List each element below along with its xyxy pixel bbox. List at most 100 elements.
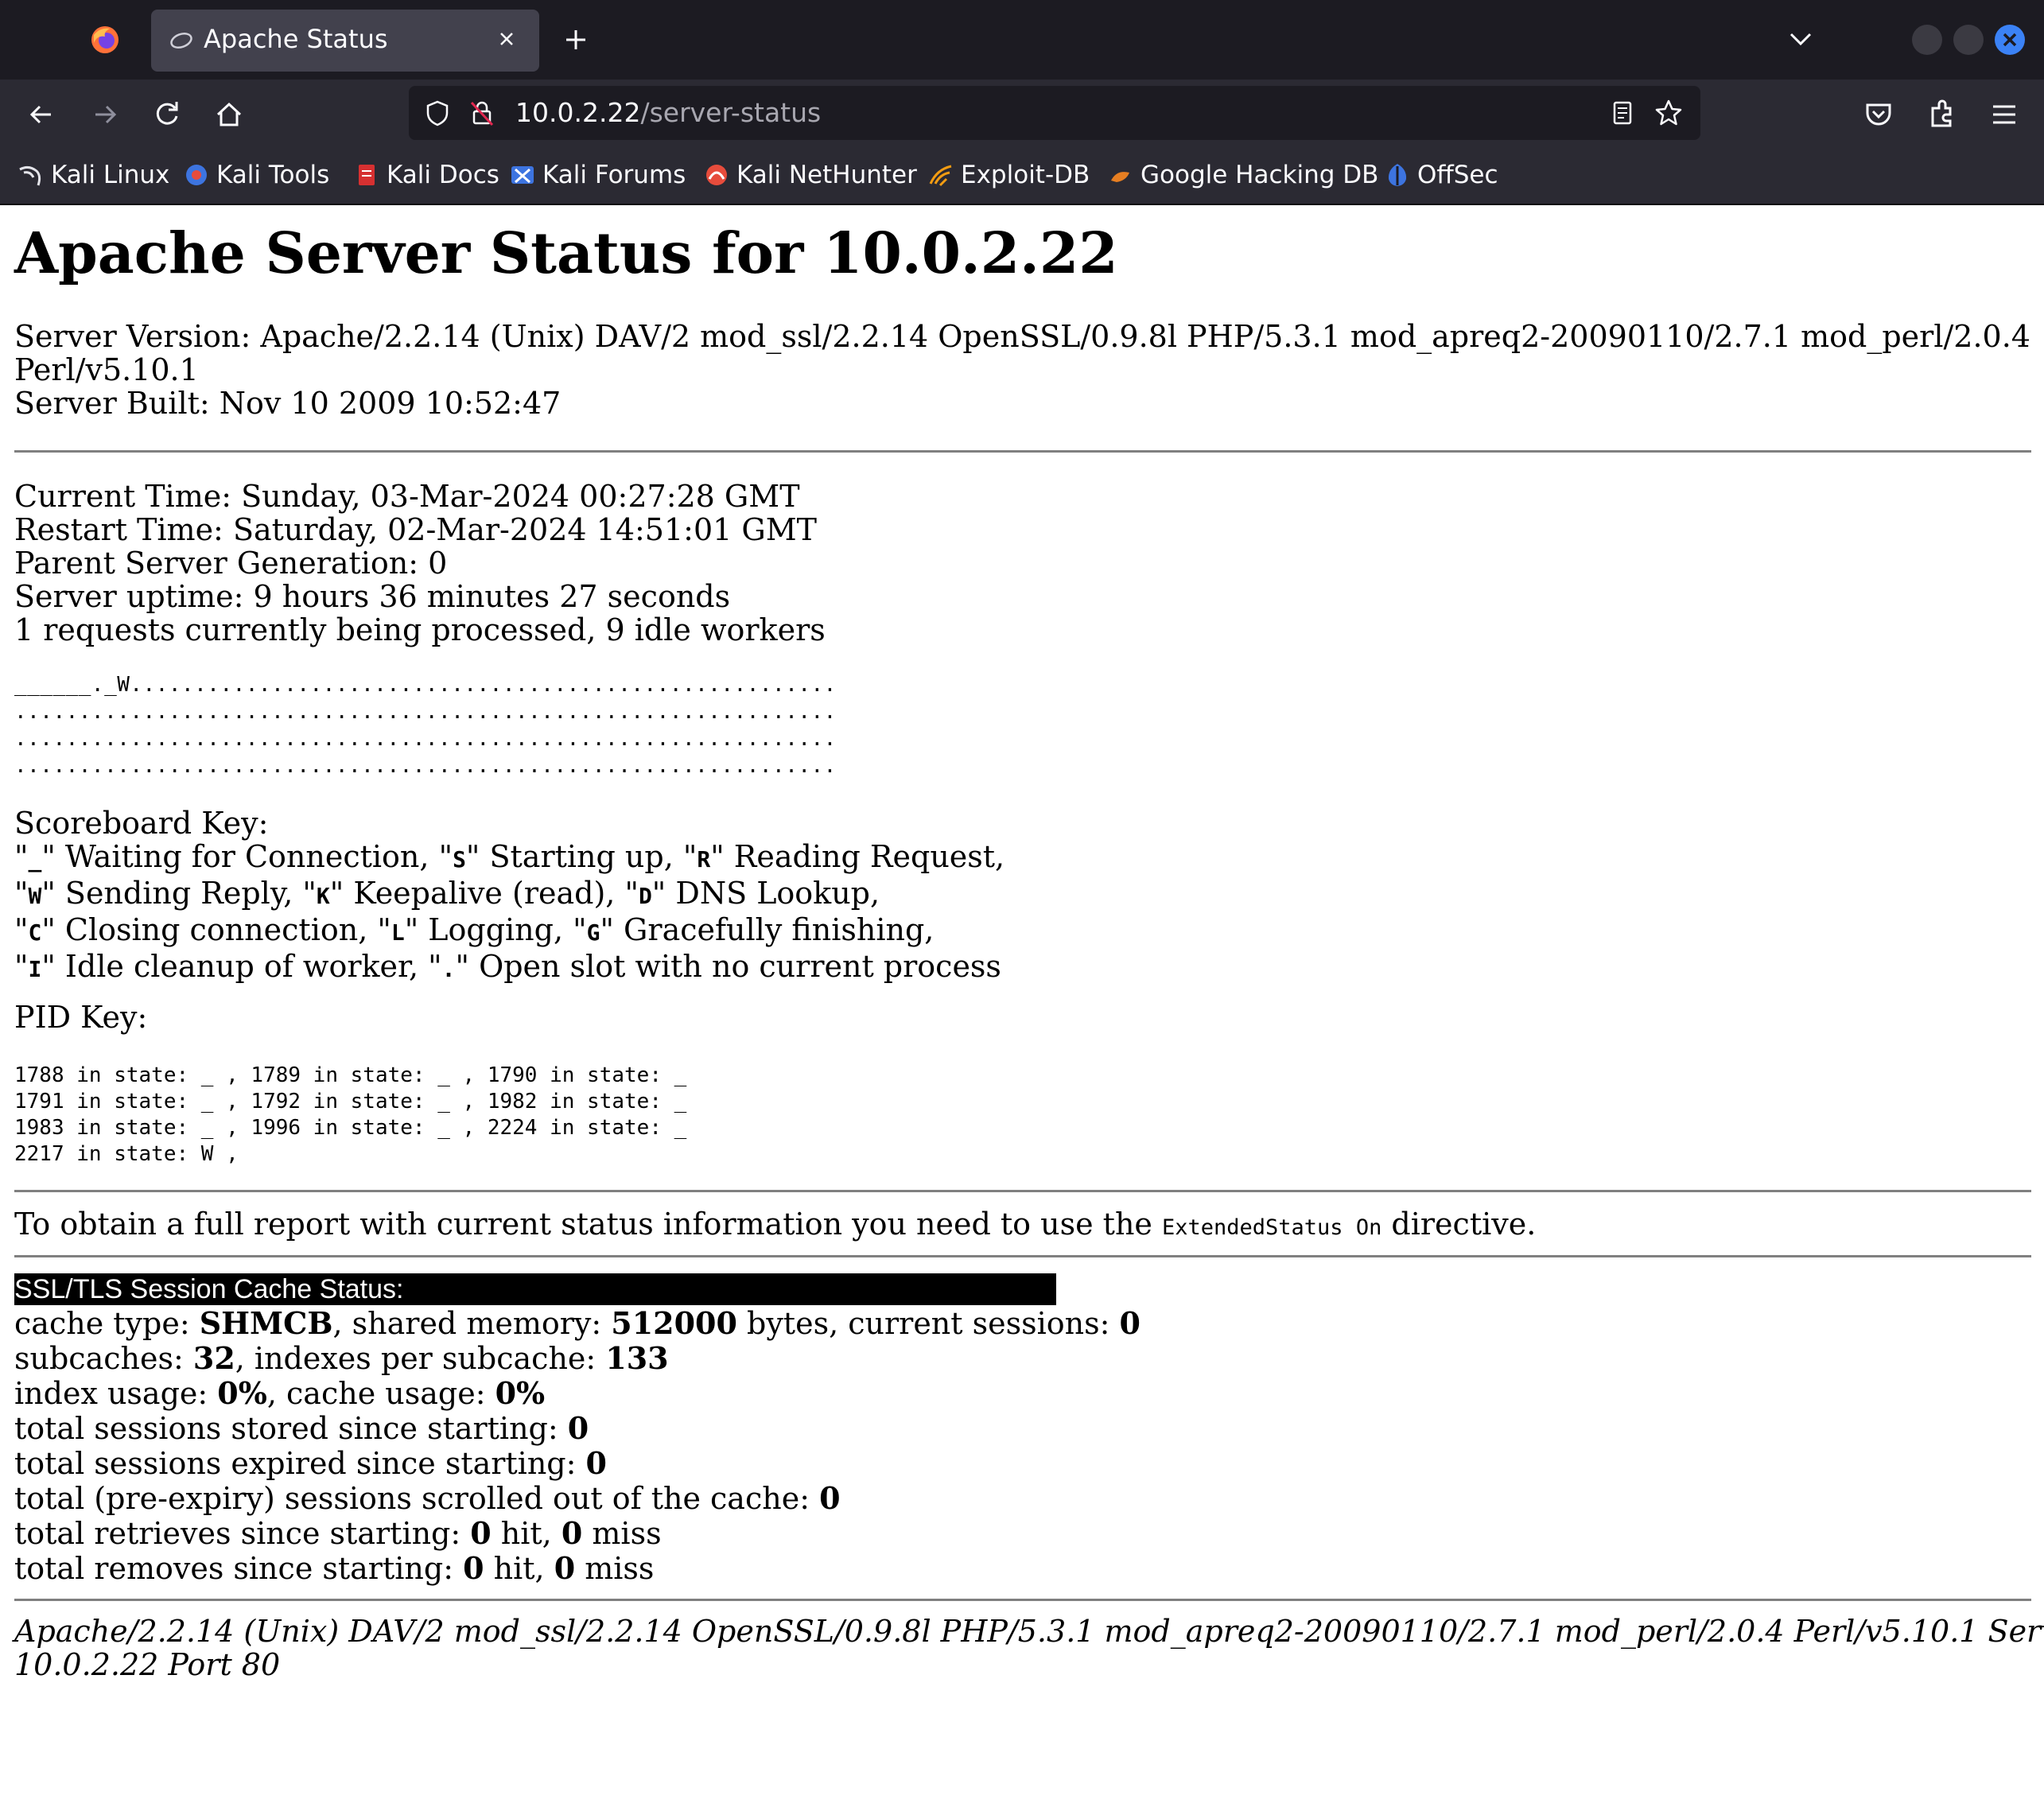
kali-docs-icon xyxy=(359,165,375,185)
firefox-icon[interactable] xyxy=(89,24,121,56)
page-content: Apache Server Status for 10.0.2.22 Serve… xyxy=(0,205,2044,1815)
bookmark-exploit-db[interactable]: Exploit-DB xyxy=(927,159,1090,191)
bookmark-kali-nethunter[interactable]: Kali NetHunter xyxy=(703,159,917,191)
ssl-cache-value: 0 xyxy=(567,1410,589,1446)
divider xyxy=(14,1190,2031,1192)
bookmark-google-hacking-db[interactable]: Google Hacking DB xyxy=(1107,159,1378,191)
tab-apache-status[interactable]: Apache Status xyxy=(151,10,539,72)
close-tab-icon[interactable] xyxy=(495,27,519,51)
close-icon xyxy=(2003,33,2017,47)
scoreboard-key-line: "W" Sending Reply, "K" Keepalive (read),… xyxy=(14,876,880,911)
scoreboard: ______._W...............................… xyxy=(14,671,837,779)
forward-arrow-icon[interactable] xyxy=(87,97,122,132)
ssl-cache-line: subcaches: 32, indexes per subcache: 133 xyxy=(14,1340,669,1377)
scoreboard-key: "_" Waiting for Connection, "S" Starting… xyxy=(14,840,1005,986)
ssl-cache-value: 512000 xyxy=(611,1305,737,1341)
ghdb-icon xyxy=(1111,172,1129,182)
ssl-cache-value: SHMCB xyxy=(199,1305,333,1341)
tracking-protection-shield-icon[interactable] xyxy=(423,99,452,127)
server-version-line-cont: Perl/v5.10.1 xyxy=(14,352,199,387)
ssl-cache-value: 0% xyxy=(495,1375,546,1411)
maximize-window-button[interactable] xyxy=(1953,25,1984,55)
pid-key-row: 1788 in state: _ , 1789 in state: _ , 17… xyxy=(14,1063,687,1087)
bookmark-kali-docs[interactable]: Kali Docs xyxy=(353,159,499,191)
scoreboard-code: W xyxy=(28,883,42,909)
back-arrow-icon[interactable] xyxy=(24,97,59,132)
server-uptime: Server uptime: 9 hours 36 minutes 27 sec… xyxy=(14,579,731,614)
extended-note-post: directive. xyxy=(1381,1207,1537,1242)
ssl-cache-line: cache type: SHMCB, shared memory: 512000… xyxy=(14,1305,1141,1342)
bookmark-label: Kali Docs xyxy=(387,161,499,189)
insecure-lock-icon[interactable] xyxy=(468,99,496,127)
list-all-tabs-icon[interactable] xyxy=(1786,27,1815,51)
tab-title: Apache Status xyxy=(204,24,388,54)
bookmark-kali-forums[interactable]: Kali Forums xyxy=(509,159,686,191)
extended-status-directive: ExtendedStatus On xyxy=(1161,1215,1382,1240)
scoreboard-key-line: "_" Waiting for Connection, "S" Starting… xyxy=(14,839,1005,874)
url-text[interactable]: 10.0.2.22/server-status xyxy=(515,97,821,128)
scoreboard-code: L xyxy=(391,919,405,946)
scoreboard-code: C xyxy=(28,919,42,946)
pid-key-row: 1791 in state: _ , 1792 in state: _ , 19… xyxy=(14,1090,687,1113)
bookmark-kali-tools[interactable]: Kali Tools xyxy=(183,159,329,191)
reload-icon[interactable] xyxy=(150,97,185,132)
ssl-cache-line: total (pre-expiry) sessions scrolled out… xyxy=(14,1480,841,1517)
extended-note-pre: To obtain a full report with current sta… xyxy=(14,1207,1162,1242)
scoreboard-code: R xyxy=(697,846,711,873)
ssl-cache-value: 0 xyxy=(585,1445,607,1481)
new-tab-icon[interactable] xyxy=(560,24,592,56)
divider xyxy=(14,450,2031,453)
scoreboard-row: ______._W...............................… xyxy=(14,673,837,697)
ssl-cache-status: cache type: SHMCB, shared memory: 512000… xyxy=(14,1305,1141,1587)
bookmarks-toolbar: Kali Linux Kali Tools Kali Docs Kali For… xyxy=(0,148,2044,205)
scoreboard-key-line: "I" Idle cleanup of worker, "." Open slo… xyxy=(14,949,1001,984)
bookmark-label: OffSec xyxy=(1417,161,1498,189)
divider xyxy=(14,1255,2031,1257)
ssl-cache-value: 133 xyxy=(605,1340,669,1376)
ssl-cache-value: 0 xyxy=(470,1515,492,1551)
nethunter-icon xyxy=(706,165,727,185)
request-summary: 1 requests currently being processed, 9 … xyxy=(14,612,826,647)
ssl-cache-value: 0 xyxy=(819,1480,841,1516)
ssl-cache-line: index usage: 0%, cache usage: 0% xyxy=(14,1375,546,1412)
bookmark-label: Kali Linux xyxy=(51,161,170,189)
pid-key-title: PID Key: xyxy=(14,1000,148,1035)
ssl-cache-line: total sessions stored since starting: 0 xyxy=(14,1410,589,1447)
tab-strip: Apache Status xyxy=(0,0,2044,80)
scoreboard-row: ........................................… xyxy=(14,727,837,751)
scoreboard-code: S xyxy=(453,846,466,873)
close-window-button[interactable] xyxy=(1995,25,2025,55)
ssl-cache-value: 0 xyxy=(463,1550,484,1586)
scoreboard-code: I xyxy=(28,956,42,982)
scoreboard-row: ........................................… xyxy=(14,754,837,778)
ssl-cache-value: 0 xyxy=(554,1550,576,1586)
extensions-icon[interactable] xyxy=(1925,97,1960,132)
page-title: Apache Server Status for 10.0.2.22 xyxy=(14,220,1118,286)
bookmark-kali-linux[interactable]: Kali Linux xyxy=(17,159,169,191)
app-menu-hamburger-icon[interactable] xyxy=(1987,97,2022,132)
ssl-cache-line: total removes since starting: 0 hit, 0 m… xyxy=(14,1550,655,1587)
pocket-icon[interactable] xyxy=(1861,97,1896,132)
navigation-toolbar: 10.0.2.22/server-status xyxy=(0,80,2044,148)
scoreboard-code: G xyxy=(586,919,600,946)
reader-view-icon[interactable] xyxy=(1608,99,1637,127)
home-icon[interactable] xyxy=(212,97,247,132)
bookmark-label: Kali Forums xyxy=(542,161,686,189)
bookmark-label: Kali NetHunter xyxy=(736,161,917,189)
bookmark-offsec[interactable]: OffSec xyxy=(1384,159,1498,191)
server-address-line: Apache/2.2.14 (Unix) DAV/2 mod_ssl/2.2.1… xyxy=(14,1614,2044,1649)
bookmark-label: Google Hacking DB xyxy=(1141,161,1379,189)
bookmark-label: Exploit-DB xyxy=(961,161,1090,189)
minimize-window-button[interactable] xyxy=(1912,25,1942,55)
scoreboard-key-line: "C" Closing connection, "L" Logging, "G"… xyxy=(14,912,935,947)
divider xyxy=(14,1599,2031,1601)
ssl-cache-line: total retrieves since starting: 0 hit, 0… xyxy=(14,1515,662,1552)
ssl-cache-value: 32 xyxy=(192,1340,235,1376)
current-time: Current Time: Sunday, 03-Mar-2024 00:27:… xyxy=(14,479,800,514)
address-bar[interactable]: 10.0.2.22/server-status xyxy=(409,86,1700,140)
ssl-cache-value: 0 xyxy=(1119,1305,1141,1341)
server-address-line-cont: 10.0.2.22 Port 80 xyxy=(14,1647,281,1682)
scoreboard-row: ........................................… xyxy=(14,700,837,724)
bookmark-star-icon[interactable] xyxy=(1653,97,1685,129)
extended-status-note: To obtain a full report with current sta… xyxy=(14,1207,1536,1245)
